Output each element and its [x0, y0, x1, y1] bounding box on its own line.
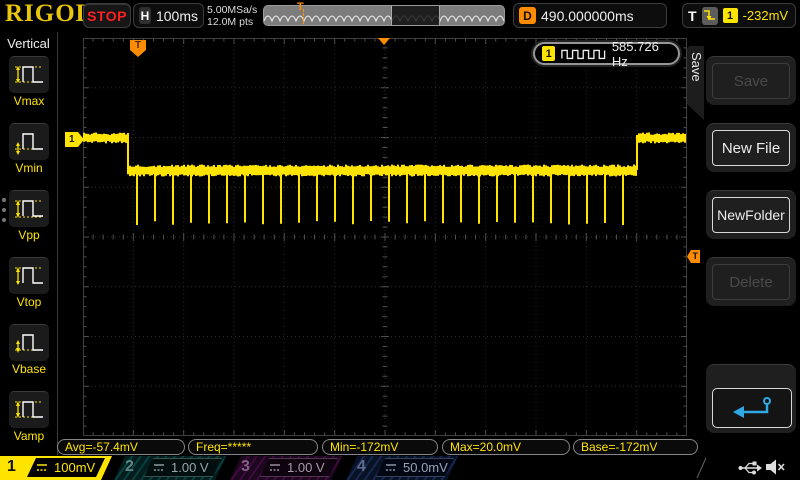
menu-item-vtop[interactable]: Vtop — [9, 257, 49, 309]
channel2-scale-box: 1.00 V — [144, 458, 222, 477]
channel4-scale-box: 50.0mV — [376, 458, 454, 477]
menu-item-vbase[interactable]: Vbase — [9, 324, 49, 376]
channel1-id: 1 — [7, 458, 16, 475]
save-button-label: Save — [733, 72, 769, 90]
memory-trigger-marker: T — [297, 1, 304, 13]
menu-page-dot — [2, 218, 6, 222]
menu-item-vmin[interactable]: Vmin — [9, 123, 49, 175]
memory-depth: 12.0M pts — [207, 16, 254, 28]
measurement-base: Base=-172mV — [573, 439, 698, 455]
new-folder-button[interactable]: NewFolder — [706, 190, 796, 239]
channel4-block[interactable]: 4 50.0mV — [346, 456, 458, 480]
channel3-block[interactable]: 3 1.00 V — [230, 456, 342, 480]
menu-label-vpp: Vpp — [18, 228, 40, 242]
brand-logo: RIGOL — [5, 0, 94, 27]
vtop-icon — [15, 267, 43, 285]
timebase-value: 100ms — [155, 7, 198, 24]
menu-page-dot — [2, 198, 6, 202]
timebase-box: H 100ms — [133, 3, 204, 28]
menu-label-vmin: Vmin — [15, 161, 43, 175]
graticule — [83, 38, 687, 436]
menu-page-dot — [2, 208, 6, 212]
channel3-scale-box: 1.00 V — [260, 458, 338, 477]
sample-rate: 5.00MSa/s — [207, 4, 258, 16]
dc-coupling-icon — [154, 464, 164, 471]
speaker-muted-icon — [766, 459, 785, 475]
channel1-ground-marker[interactable]: 1 — [65, 132, 84, 147]
trigger-level-value: -232mV — [742, 8, 789, 23]
delete-button[interactable]: Delete — [706, 257, 796, 306]
new-file-button[interactable]: New File — [706, 123, 796, 172]
horizontal-badge: H — [139, 7, 151, 24]
measurement-max: Max=20.0mV — [442, 439, 570, 455]
memory-display-window — [391, 6, 440, 25]
delay-badge: D — [519, 7, 536, 24]
channel3-id: 3 — [241, 458, 250, 475]
frequency-counter: 1 585.726 Hz — [533, 39, 680, 69]
acquisition-readout: 5.00MSa/s 12.0M pts — [207, 4, 257, 28]
channel2-id: 2 — [125, 458, 134, 475]
delay-box: D 490.000000ms — [513, 3, 667, 28]
channel1-block[interactable]: 1 100mV — [0, 456, 112, 480]
delay-value: 490.000000ms — [541, 7, 634, 24]
run-state-label: STOP — [87, 7, 127, 24]
vmax-icon — [15, 66, 43, 83]
channel3-scale: 1.00 V — [287, 460, 325, 475]
trigger-box: T 1 -232mV — [682, 3, 796, 28]
save-button[interactable]: Save — [706, 56, 796, 105]
menu-label-vtop: Vtop — [16, 295, 42, 309]
return-arrow-icon — [733, 397, 771, 418]
save-menu-tab-label: Save — [689, 52, 704, 82]
dc-coupling-icon — [386, 464, 396, 471]
trigger-level-marker[interactable]: T — [687, 250, 700, 263]
menu-label-vamp: Vamp — [13, 429, 45, 443]
menu-label-vmax: Vmax — [13, 94, 45, 108]
back-button[interactable] — [712, 388, 792, 428]
vbase-icon — [15, 334, 43, 353]
memory-position-bar: T — [263, 1, 505, 26]
dc-coupling-icon — [37, 464, 47, 471]
delete-button-label: Delete — [729, 273, 773, 291]
new-folder-button-label: NewFolder — [717, 207, 785, 223]
measurement-avg: Avg=-57.4mV — [57, 439, 185, 455]
left-menu-divider — [57, 32, 58, 455]
vmin-icon — [15, 133, 43, 155]
counter-value: 585.726 Hz — [611, 38, 659, 69]
run-state-badge: STOP — [83, 3, 131, 28]
new-file-button-label: New File — [721, 139, 781, 157]
usb-icon — [738, 461, 762, 475]
counter-channel-badge: 1 — [542, 46, 556, 61]
dc-coupling-icon — [270, 464, 280, 471]
menu-item-vpp[interactable]: Vpp — [9, 190, 49, 242]
save-menu-tab: Save — [687, 46, 704, 120]
measurement-freq: Freq=***** — [188, 439, 318, 455]
channel4-scale: 50.0mV — [403, 460, 448, 475]
menu-label-vbase: Vbase — [11, 362, 47, 376]
measurement-min: Min=-172mV — [322, 439, 438, 455]
trigger-label: T — [688, 7, 697, 24]
channel2-scale: 1.00 V — [171, 460, 209, 475]
status-divider — [696, 457, 707, 479]
channel4-id: 4 — [357, 458, 366, 475]
trigger-source-badge: 1 — [722, 8, 738, 23]
menu-item-vmax[interactable]: Vmax — [9, 56, 49, 108]
vpp-icon — [15, 200, 43, 218]
oscilloscope-screen: RIGOL STOP H 100ms 5.00MSa/s 12.0M pts T… — [0, 0, 800, 480]
trigger-slope-icon — [701, 6, 718, 25]
channel1-scale-box: 100mV — [27, 458, 105, 477]
channel2-block[interactable]: 2 1.00 V — [114, 456, 226, 480]
left-menu-title: Vertical — [7, 36, 50, 51]
vamp-icon — [15, 401, 43, 418]
channel1-scale: 100mV — [54, 460, 96, 475]
menu-item-vamp[interactable]: Vamp — [9, 391, 49, 443]
square-wave-icon — [561, 49, 606, 59]
